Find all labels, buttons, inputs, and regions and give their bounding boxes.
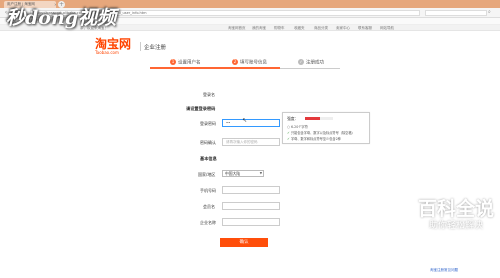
help-link[interactable]: 淘宝注册常见问题 xyxy=(430,268,458,273)
country-value: 中国大陆 xyxy=(225,171,241,176)
baike-tagline: 助你轻松解决 xyxy=(428,221,483,231)
step-number: 1 xyxy=(170,59,176,65)
mouse-cursor-icon: ↖ xyxy=(242,117,248,124)
tip-line: ○6-20个字符 xyxy=(287,125,308,129)
browser-search-input[interactable] xyxy=(425,10,487,16)
nav-link[interactable]: 商品分类 xyxy=(314,25,328,31)
step-1: 1 设置用户名 xyxy=(170,59,201,66)
section-password-title: 请设置登录密码 xyxy=(186,106,216,111)
brand-divider xyxy=(140,42,141,51)
progress-fill xyxy=(150,67,280,69)
nav-link[interactable]: 购物车 xyxy=(274,25,285,31)
submit-button[interactable]: 确认 xyxy=(220,238,268,247)
strength-meter xyxy=(305,117,333,120)
strength-label: 强度： xyxy=(287,116,299,121)
phone-input[interactable] xyxy=(222,186,280,194)
search-icon[interactable]: ⌕ xyxy=(488,9,491,15)
tip-line: ✓字母、数字和标点符号至少包含2种 xyxy=(287,137,341,141)
brand-name: 淘宝网 xyxy=(95,37,132,51)
nav-link[interactable]: 网站导航 xyxy=(380,25,394,31)
password-label: 登录密码 xyxy=(200,121,216,126)
password-input[interactable]: •• xyxy=(222,119,280,127)
confirm-password-input[interactable]: 请再次输入你的密码 xyxy=(222,138,280,146)
company-name-label: 企业名称 xyxy=(200,220,216,225)
step-done-icon: ✓ xyxy=(298,59,304,65)
nav-link[interactable]: 卖家中心 xyxy=(336,25,350,31)
country-label: 国家/地区 xyxy=(198,172,216,177)
member-name-input[interactable] xyxy=(222,202,280,210)
confirm-password-label: 密码确认 xyxy=(200,140,216,145)
chevron-down-icon: ▼ xyxy=(259,171,262,175)
phone-label: 手机号码 xyxy=(200,188,216,193)
page-title: 企业注册 xyxy=(144,45,167,51)
step-3: ✓ 注册成功 xyxy=(298,59,324,66)
step-label: 设置用户名 xyxy=(178,60,201,66)
watermark-logo: 秒dong视频 xyxy=(6,7,117,29)
baike-watermark: 百科全说 助你轻松解决 xyxy=(415,198,497,232)
tip-line: ✓只能包含字母、数字以及标点符号（除空格） xyxy=(287,131,355,135)
step-number: 2 xyxy=(232,59,238,65)
step-2: 2 填写账号信息 xyxy=(232,59,267,66)
login-name-label: 登录名 xyxy=(203,92,215,97)
baike-logo: 百科全说 xyxy=(417,198,494,220)
password-strength-tooltip: 强度： ○6-20个字符 ✓只能包含字母、数字以及标点符号（除空格） ✓字母、数… xyxy=(282,112,370,144)
nav-link[interactable]: 收藏夹 xyxy=(294,25,305,31)
country-select[interactable]: 中国大陆 ▼ xyxy=(222,170,264,177)
taobao-logo[interactable]: 淘宝网 Taobao.com xyxy=(95,38,131,55)
section-basic-title: 基本信息 xyxy=(200,156,217,161)
member-name-label: 会员名 xyxy=(203,204,215,209)
nav-link[interactable]: 联系客服 xyxy=(358,25,372,31)
company-name-input[interactable] xyxy=(222,218,280,226)
strength-meter-fill xyxy=(305,117,321,120)
nav-link[interactable]: 我的淘宝 xyxy=(252,25,266,31)
step-label: 填写账号信息 xyxy=(240,60,267,66)
nav-link[interactable]: 淘宝网首页 xyxy=(228,25,246,31)
step-label: 注册成功 xyxy=(306,60,324,66)
